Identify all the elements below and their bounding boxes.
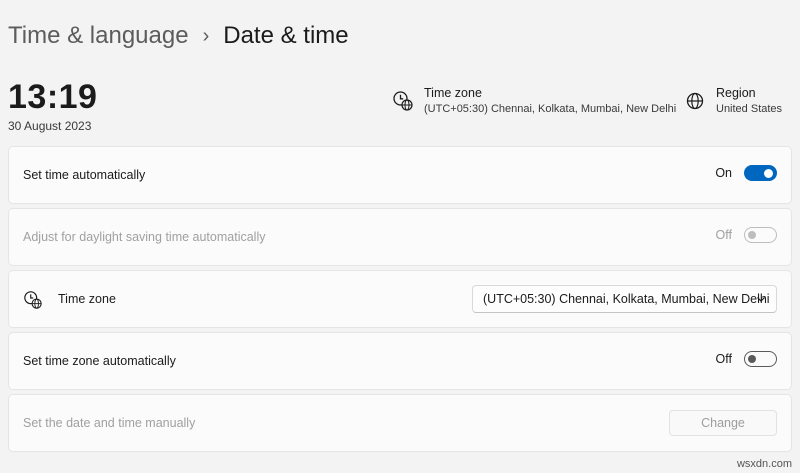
- setting-set-time-zone-automatically: Set time zone automatically Off: [8, 332, 792, 390]
- timezone-summary-value: (UTC+05:30) Chennai, Kolkata, Mumbai, Ne…: [424, 103, 677, 115]
- toggle-switch: [744, 227, 777, 243]
- toggle-switch[interactable]: [744, 351, 777, 367]
- toggle-state-label: Off: [715, 352, 732, 366]
- toggle-state-label: Off: [715, 228, 732, 242]
- toggle-set-time-zone-automatically[interactable]: Off: [716, 351, 777, 367]
- region-summary-value: United States: [716, 103, 783, 115]
- timezone-summary-title: Time zone: [424, 86, 482, 100]
- toggle-state-label: On: [715, 166, 732, 180]
- current-date: 30 August 2023: [8, 119, 92, 133]
- setting-label: Set time automatically: [23, 168, 146, 182]
- setting-label: Adjust for daylight saving time automati…: [23, 230, 266, 244]
- setting-label: Set the date and time manually: [23, 416, 196, 430]
- current-clock: 13:19 30 August 2023: [8, 78, 97, 133]
- page-title: Date & time: [223, 22, 349, 49]
- clock-globe-icon: [393, 91, 413, 111]
- chevron-down-icon: [757, 297, 765, 302]
- setting-daylight-saving: Adjust for daylight saving time automati…: [8, 208, 792, 266]
- current-time: 13:19: [8, 78, 98, 116]
- globe-icon: [686, 92, 704, 110]
- breadcrumb-parent[interactable]: Time & language: [8, 22, 189, 50]
- setting-set-date-time-manually: Set the date and time manually Change: [8, 394, 792, 452]
- clock-globe-icon: [24, 291, 42, 309]
- time-zone-selected: (UTC+05:30) Chennai, Kolkata, Mumbai, Ne…: [483, 292, 770, 306]
- toggle-switch[interactable]: [744, 165, 777, 181]
- toggle-daylight-saving: Off: [716, 227, 777, 243]
- setting-set-time-automatically: Set time automatically On: [8, 146, 792, 204]
- setting-label: Time zone: [58, 292, 116, 306]
- toggle-set-time-automatically[interactable]: On: [715, 165, 777, 181]
- region-summary-title: Region: [716, 86, 756, 100]
- breadcrumb: Time & language › Date & time: [8, 22, 349, 50]
- region-summary: Region United States: [684, 86, 782, 115]
- chevron-right-icon: ›: [202, 24, 210, 47]
- setting-label: Set time zone automatically: [23, 354, 176, 368]
- timezone-summary: Time zone (UTC+05:30) Chennai, Kolkata, …: [392, 86, 676, 115]
- setting-time-zone: Time zone (UTC+05:30) Chennai, Kolkata, …: [8, 270, 792, 328]
- change-button: Change: [669, 410, 777, 436]
- time-zone-dropdown[interactable]: (UTC+05:30) Chennai, Kolkata, Mumbai, Ne…: [472, 285, 777, 313]
- watermark: wsxdn.com: [736, 458, 792, 470]
